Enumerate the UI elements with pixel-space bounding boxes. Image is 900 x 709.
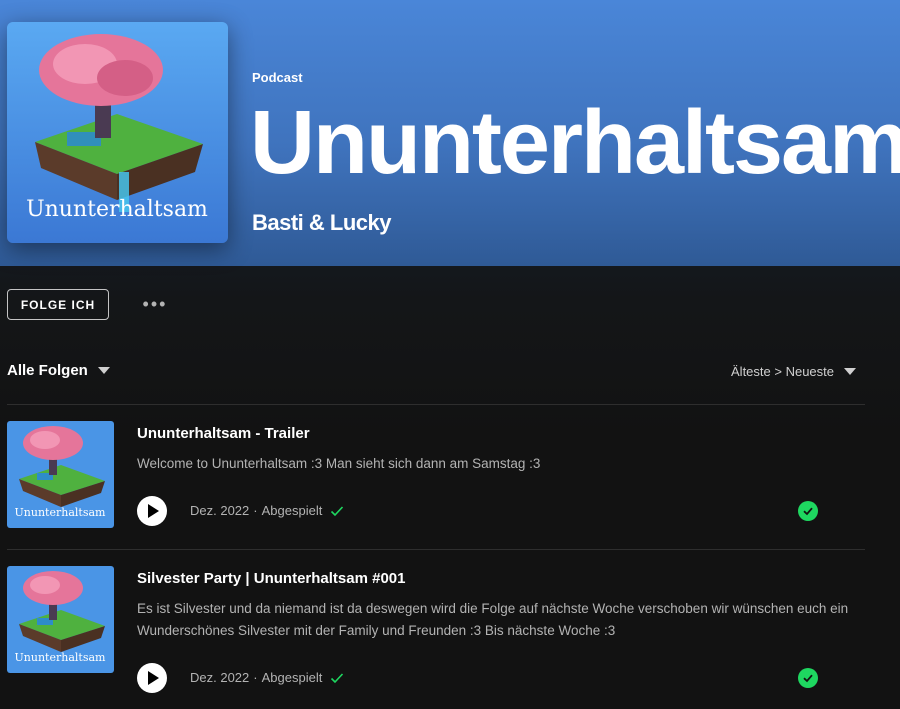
chevron-down-icon — [844, 368, 856, 375]
episode-filter-label: Alle Folgen — [7, 362, 88, 379]
episode-row[interactable]: Ununterhaltsam Ununterhaltsam - Trailer … — [7, 421, 865, 541]
played-status-icon[interactable] — [798, 668, 818, 688]
cover-title-text: Ununterhaltsam — [26, 197, 208, 222]
sort-order-label: Älteste > Neueste — [731, 364, 834, 379]
episode-description: Es ist Silvester und da niemand ist da d… — [137, 601, 849, 638]
episode-thumbnail-text: Ununterhaltsam — [15, 651, 106, 664]
meta-separator: · — [253, 670, 258, 685]
play-button[interactable] — [137, 663, 167, 693]
meta-separator: · — [253, 503, 258, 518]
episode-status: Abgespielt — [261, 670, 323, 685]
episode-title[interactable]: Silvester Party | Ununterhaltsam #001 — [137, 570, 405, 587]
played-check-icon — [331, 672, 344, 683]
played-check-icon — [331, 505, 344, 516]
play-icon — [148, 504, 159, 518]
episode-meta: Dez. 2022 · Abgespielt — [190, 503, 344, 518]
divider — [7, 549, 865, 550]
cover-artwork: Ununterhaltsam — [7, 22, 228, 243]
follow-button[interactable]: FOLGE ICH — [7, 289, 109, 320]
chevron-down-icon — [97, 367, 110, 374]
podcast-type-label: Podcast — [252, 70, 303, 85]
episode-status: Abgespielt — [261, 503, 323, 518]
sort-order-dropdown[interactable]: Älteste > Neueste — [731, 364, 856, 379]
podcast-author-link[interactable]: Basti & Lucky — [252, 210, 392, 236]
episode-date: Dez. 2022 — [190, 670, 250, 685]
episode-date: Dez. 2022 — [190, 503, 250, 518]
podcast-page: Ununterhaltsam Podcast Ununterhaltsam Ba… — [0, 0, 900, 709]
episode-thumbnail: Ununterhaltsam — [7, 421, 114, 528]
more-options-icon[interactable]: ••• — [138, 293, 172, 315]
page-title: Ununterhaltsam — [250, 93, 900, 193]
episode-row[interactable]: Ununterhaltsam Silvester Party | Ununter… — [7, 566, 865, 706]
play-button[interactable] — [137, 496, 167, 526]
episode-title[interactable]: Ununterhaltsam - Trailer — [137, 425, 310, 442]
played-status-icon[interactable] — [798, 501, 818, 521]
podcast-header: Ununterhaltsam Podcast Ununterhaltsam Ba… — [0, 0, 900, 266]
episode-thumbnail: Ununterhaltsam — [7, 566, 114, 673]
episode-thumbnail-text: Ununterhaltsam — [15, 506, 106, 519]
divider — [7, 404, 865, 405]
play-icon — [148, 671, 159, 685]
episode-filter-dropdown[interactable]: Alle Folgen — [7, 362, 110, 379]
episode-meta: Dez. 2022 · Abgespielt — [190, 670, 344, 685]
episode-description: Welcome to Ununterhaltsam :3 Man sieht s… — [137, 456, 541, 471]
podcast-cover-image: Ununterhaltsam — [7, 22, 228, 243]
